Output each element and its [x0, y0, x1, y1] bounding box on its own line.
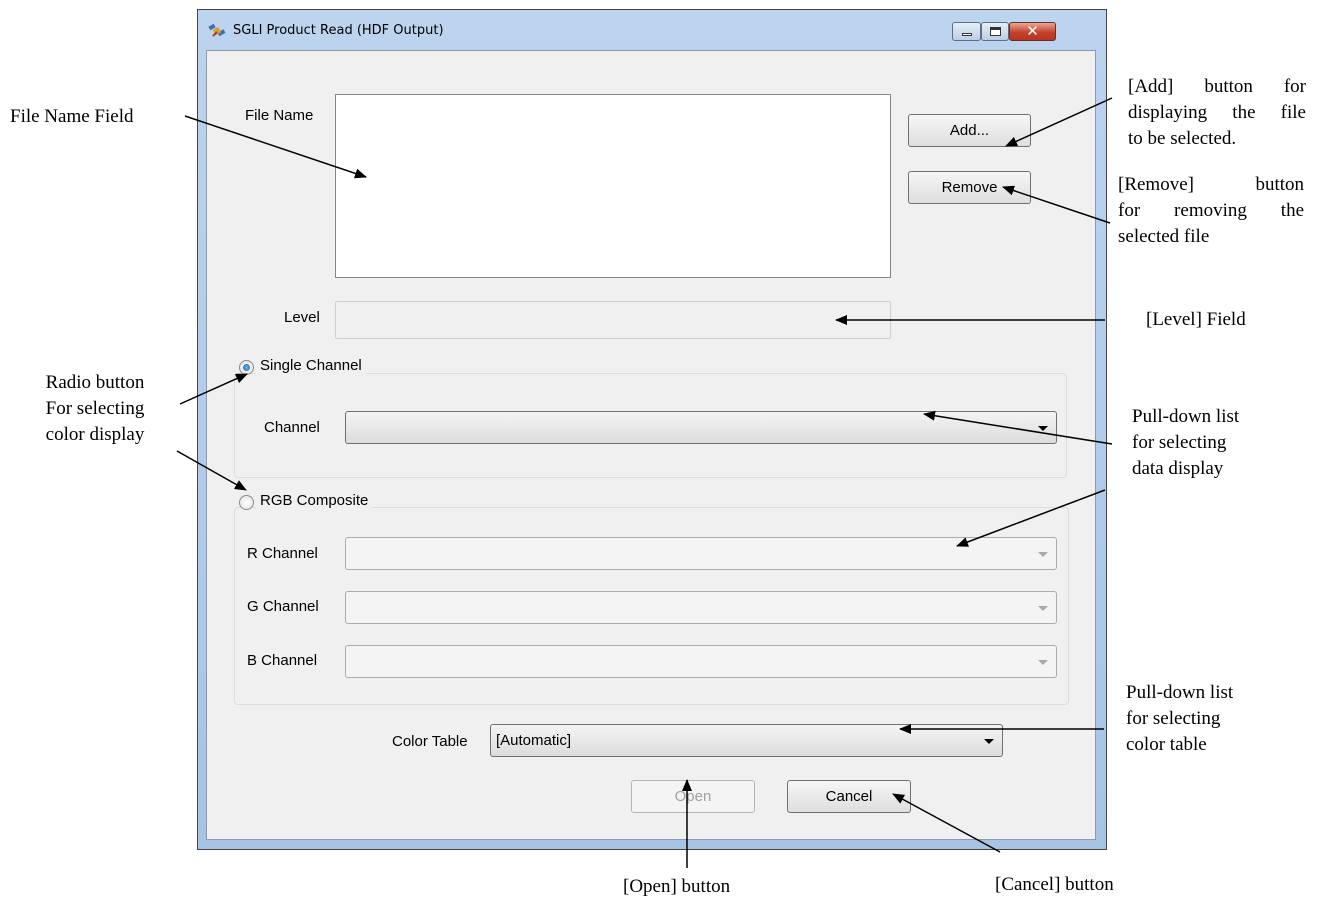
chevron-down-icon	[984, 739, 994, 744]
remove-button[interactable]: Remove	[908, 171, 1031, 204]
cancel-button[interactable]: Cancel	[787, 780, 911, 813]
dialog-body: File Name Add... Remove Level Single Cha…	[206, 50, 1096, 840]
annotation-level-field: [Level] Field	[1146, 309, 1246, 330]
color-table-label: Color Table	[392, 733, 468, 750]
annotation-file-name-field: File Name Field	[10, 106, 134, 127]
dialog-window: SGLI Product Read (HDF Output) ✕ File Na…	[197, 9, 1107, 850]
minimize-button[interactable]	[952, 22, 981, 41]
file-name-label: File Name	[245, 107, 314, 124]
maximize-button[interactable]	[981, 22, 1009, 41]
chevron-down-icon	[1038, 426, 1048, 431]
annotation-remove-button: [Remove] button for removing the selecte…	[1118, 174, 1304, 247]
g-channel-dropdown[interactable]	[345, 591, 1057, 624]
level-label: Level	[284, 309, 320, 326]
b-channel-label: B Channel	[247, 652, 318, 669]
annotation-radio-button: Radio button For selecting color display	[45, 372, 145, 445]
single-channel-label[interactable]: Single Channel	[256, 357, 366, 374]
satellite-icon	[208, 22, 228, 40]
annotation-pulldown-color: Pull-down list for selecting color table	[1126, 682, 1234, 755]
channel-label: Channel	[264, 419, 320, 436]
rgb-composite-label[interactable]: RGB Composite	[256, 492, 373, 509]
r-channel-label: R Channel	[247, 545, 318, 562]
add-button[interactable]: Add...	[908, 114, 1031, 147]
channel-dropdown[interactable]	[345, 411, 1057, 444]
annotation-add-button: [Add] button for displaying the file to …	[1128, 76, 1306, 149]
b-channel-dropdown[interactable]	[345, 645, 1057, 678]
color-table-dropdown[interactable]: [Automatic]	[490, 724, 1003, 757]
chevron-down-icon	[1038, 660, 1048, 665]
g-channel-label: G Channel	[247, 598, 319, 615]
level-field	[335, 301, 891, 339]
chevron-down-icon	[1038, 552, 1048, 557]
close-button[interactable]: ✕	[1009, 22, 1056, 41]
file-name-list[interactable]	[335, 94, 891, 278]
title-bar[interactable]: SGLI Product Read (HDF Output) ✕	[198, 10, 1106, 50]
single-channel-radio[interactable]	[239, 360, 254, 375]
chevron-down-icon	[1038, 606, 1048, 611]
annotation-pulldown-data: Pull-down list for selecting data displa…	[1132, 406, 1240, 479]
annotation-cancel-button: [Cancel] button	[995, 874, 1114, 895]
annotation-open-button: [Open] button	[623, 876, 731, 897]
rgb-composite-radio[interactable]	[239, 495, 254, 510]
r-channel-dropdown[interactable]	[345, 537, 1057, 570]
window-title: SGLI Product Read (HDF Output)	[233, 23, 444, 38]
close-icon: ✕	[1026, 22, 1039, 40]
open-button[interactable]: Open	[631, 780, 755, 813]
